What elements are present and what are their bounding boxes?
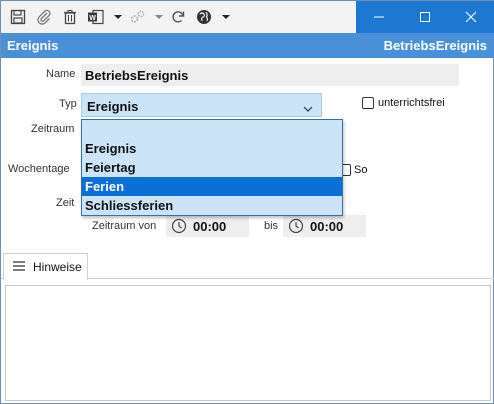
bis-time-field[interactable]: 00:00 [283,215,366,237]
von-time-value: 00:00 [193,219,227,234]
tab-hinweise[interactable]: Hinweise [3,253,88,280]
clock-icon[interactable] [171,218,187,237]
settings-dropdown[interactable] [155,15,163,19]
dropdown-option-feiertag[interactable]: Feiertag [82,158,342,177]
zeit-label: Zeit [56,197,75,209]
typ-select[interactable]: Ereignis [81,93,322,117]
wochentage-label: Wochentage [8,163,70,175]
hinweise-textarea[interactable] [5,285,491,401]
clock-icon[interactable] [288,218,304,237]
settings-icon[interactable] [127,7,147,27]
dropdown-option-ereignis[interactable]: Ereignis [82,139,342,158]
chevron-down-icon [303,102,313,116]
header-band: Ereignis BetriebsEreignis [1,33,494,58]
save-icon[interactable] [8,7,28,27]
menu-icon [12,260,26,275]
word-export-dropdown[interactable] [114,15,122,19]
minimize-icon[interactable] [356,1,402,33]
typ-select-value: Ereignis [87,99,139,114]
bis-time-value: 00:00 [310,219,344,234]
maximize-icon[interactable] [402,1,448,33]
globe-icon[interactable] [194,7,214,27]
word-export-icon[interactable]: W [86,7,106,27]
typ-dropdown-list: Ereignis Feiertag Ferien Schliessferien [81,119,343,216]
bis-label: bis [264,220,279,232]
zeitraum-von-label: Zeitraum von [92,220,157,232]
header-title: Ereignis [7,38,59,53]
toolbar: W [1,1,356,33]
von-time-field[interactable]: 00:00 [166,215,249,237]
svg-text:W: W [89,15,96,22]
attach-icon[interactable] [34,7,54,27]
close-icon[interactable] [448,1,494,33]
globe-dropdown[interactable] [222,15,230,19]
unterrichtsfrei-label: unterrichtsfrei [378,97,445,109]
typ-label: Typ [59,98,77,110]
so-label: So [354,164,368,176]
refresh-icon[interactable] [168,7,188,27]
dropdown-option-ferien[interactable]: Ferien [82,177,342,196]
dropdown-option-schliessferien[interactable]: Schliessferien [82,196,342,215]
unterrichtsfrei-checkbox[interactable] [362,97,374,109]
name-field[interactable]: BetriebsEreignis [81,64,459,86]
tab-hinweise-label: Hinweise [33,260,82,274]
delete-icon[interactable] [60,7,80,27]
app-window: W Ereignis BetriebsEreignis Name Betrieb… [0,0,494,404]
record-title: BetriebsEreignis [383,38,487,53]
dropdown-option-empty[interactable] [82,120,342,139]
zeitraum-label: Zeitraum [31,123,75,135]
tab-bar: Hinweise [1,253,494,280]
titlebar [356,1,494,33]
name-label: Name [46,68,76,80]
